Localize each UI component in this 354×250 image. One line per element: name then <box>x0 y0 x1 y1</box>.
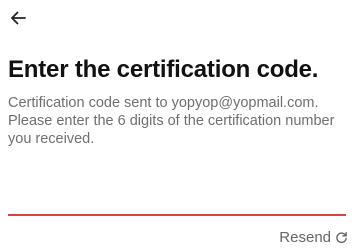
refresh-icon <box>335 231 348 244</box>
back-button[interactable] <box>4 4 32 32</box>
instruction-line-1: Certification code sent to yopyop@yopmai… <box>8 95 319 111</box>
resend-button[interactable]: Resend <box>279 229 348 246</box>
certification-code-input[interactable] <box>8 178 346 216</box>
instruction-text: Certification code sent to yopyop@yopmai… <box>8 94 348 148</box>
arrow-left-icon <box>9 9 27 27</box>
page-title: Enter the certification code. <box>8 56 319 83</box>
instruction-line-2: Please enter the 6 digits of the certifi… <box>8 113 335 129</box>
instruction-line-3: you received. <box>8 131 95 147</box>
certification-code-screen: Enter the certification code. Certificat… <box>0 0 354 250</box>
resend-label: Resend <box>279 229 331 246</box>
